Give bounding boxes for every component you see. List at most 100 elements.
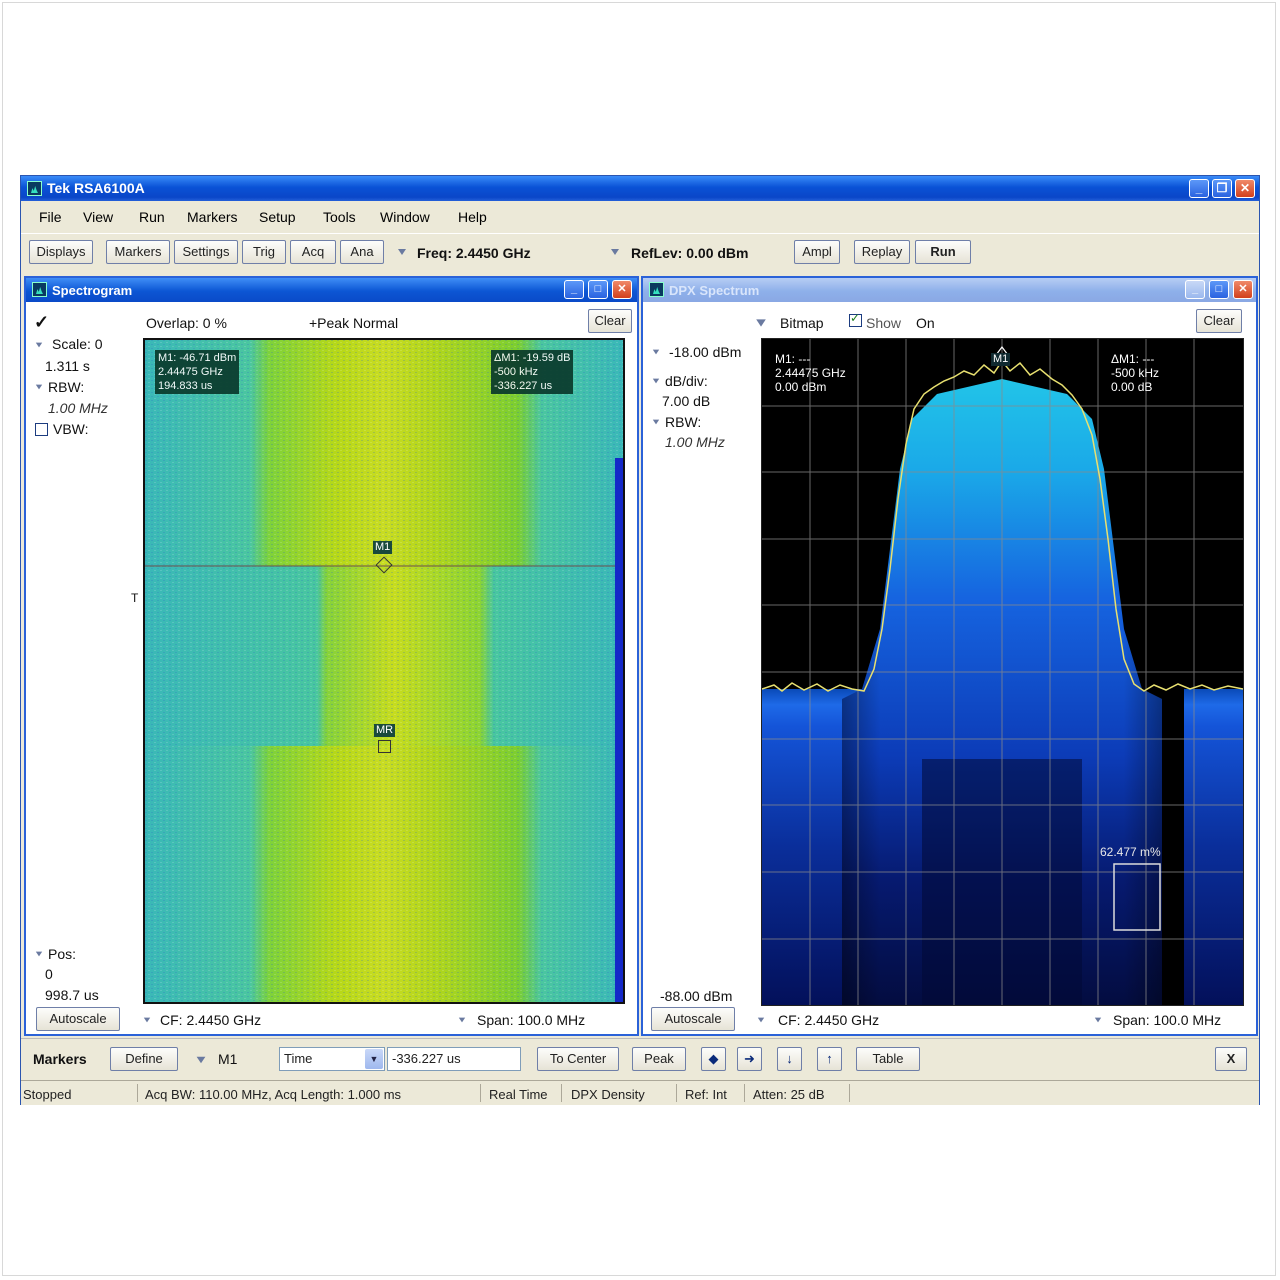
peak-button[interactable]: Peak: [632, 1047, 686, 1071]
dpx-autoscale-button[interactable]: Autoscale: [651, 1007, 735, 1031]
dpx-cf-dropdown-icon[interactable]: [757, 1017, 765, 1023]
menu-view[interactable]: View: [83, 209, 113, 225]
spectrogram-m1-readout: M1: -46.71 dBm 2.44475 GHz 194.833 us: [155, 350, 240, 394]
menu-window[interactable]: Window: [380, 209, 430, 225]
dpx-m1-tag[interactable]: M1: [991, 353, 1011, 366]
ana-button[interactable]: Ana: [340, 240, 384, 264]
markers-close-button[interactable]: X: [1215, 1047, 1247, 1071]
peak-down-icon[interactable]: ↓: [777, 1047, 802, 1071]
dpx-span[interactable]: Span: 100.0 MHz: [1113, 1012, 1221, 1028]
bitmap-label[interactable]: Bitmap: [780, 315, 824, 331]
ampl-button[interactable]: Ampl: [794, 240, 840, 264]
trace-mode-readout[interactable]: +Peak Normal: [309, 315, 398, 331]
to-center-button[interactable]: To Center: [537, 1047, 619, 1071]
dpx-clear-button[interactable]: Clear: [1196, 309, 1242, 333]
run-button[interactable]: Run: [915, 240, 971, 264]
menu-run[interactable]: Run: [139, 209, 165, 225]
trig-button[interactable]: Trig: [242, 240, 286, 264]
menu-markers[interactable]: Markers: [187, 209, 238, 225]
freq-dropdown-icon[interactable]: [398, 249, 406, 255]
dpx-rbw-value[interactable]: 1.00 MHz: [665, 434, 725, 450]
spectrogram-m1-tag[interactable]: M1: [373, 541, 393, 554]
spectrogram-check-icon[interactable]: ✓: [34, 312, 49, 333]
spectrogram-span[interactable]: Span: 100.0 MHz: [477, 1012, 585, 1028]
mode-dropdown-icon[interactable]: ▼: [365, 1049, 383, 1069]
mode-select[interactable]: Time ▼: [279, 1047, 385, 1071]
restore-icon[interactable]: ❐: [1212, 179, 1232, 198]
peak-left-icon[interactable]: ◆: [701, 1047, 726, 1071]
mr-square-icon[interactable]: [378, 740, 391, 753]
minimize-icon[interactable]: _: [1189, 179, 1209, 198]
pos-label[interactable]: Pos:: [48, 946, 76, 962]
spectrogram-plot[interactable]: M1: -46.71 dBm 2.44475 GHz 194.833 us ΔM…: [143, 338, 625, 1004]
dpx-m1-readout: M1: --- 2.44475 GHz 0.00 dBm: [775, 352, 846, 394]
dpx-canvas: [762, 339, 1243, 1005]
spectrogram-maximize-icon[interactable]: □: [588, 280, 608, 299]
markers-button[interactable]: Markers: [106, 240, 170, 264]
spectrogram-close-icon[interactable]: ✕: [612, 280, 632, 299]
marker-value-input[interactable]: -336.227 us: [387, 1047, 521, 1071]
trigger-marker: T: [131, 591, 139, 605]
status-atten: Atten: 25 dB: [753, 1087, 825, 1102]
spectrogram-clear-button[interactable]: Clear: [588, 309, 632, 333]
settings-button[interactable]: Settings: [174, 240, 238, 264]
pos-time[interactable]: 998.7 us: [45, 987, 99, 1003]
rbw-dropdown-icon[interactable]: [35, 384, 43, 390]
title-bar[interactable]: Tek RSA6100A _ ❐ ✕: [21, 176, 1259, 201]
dbdiv-label[interactable]: dB/div:: [665, 373, 708, 389]
menu-help[interactable]: Help: [458, 209, 487, 225]
peak-right-icon[interactable]: ➜: [737, 1047, 762, 1071]
spectrogram-mr-tag[interactable]: MR: [374, 724, 396, 737]
pos-dropdown-icon[interactable]: [35, 951, 43, 957]
menu-tools[interactable]: Tools: [323, 209, 356, 225]
scale-dropdown-icon[interactable]: [35, 342, 43, 348]
bitmap-dropdown-icon[interactable]: [756, 319, 766, 327]
define-button[interactable]: Define: [110, 1047, 178, 1071]
on-label[interactable]: On: [916, 315, 935, 331]
replay-button[interactable]: Replay: [854, 240, 910, 264]
close-icon[interactable]: ✕: [1235, 179, 1255, 198]
dbdiv-dropdown-icon[interactable]: [652, 378, 660, 384]
scale-label[interactable]: Scale: 0: [52, 336, 103, 352]
dpx-rbw-label[interactable]: RBW:: [665, 414, 701, 430]
dpx-close-icon[interactable]: ✕: [1233, 280, 1253, 299]
table-button[interactable]: Table: [856, 1047, 920, 1071]
dpx-plot[interactable]: M1: --- 2.44475 GHz 0.00 dBm ΔM1: --- -5…: [761, 338, 1244, 1006]
pos-value[interactable]: 0: [45, 966, 53, 982]
reflev-dropdown-icon[interactable]: [611, 249, 619, 255]
dbdiv-value[interactable]: 7.00 dB: [662, 393, 710, 409]
status-divider: [744, 1084, 745, 1102]
spectrogram-span-dropdown-icon[interactable]: [458, 1017, 466, 1023]
spectrogram-cf-dropdown-icon[interactable]: [143, 1017, 151, 1023]
dpx-ref-level[interactable]: -18.00 dBm: [669, 344, 741, 360]
dpx-maximize-icon[interactable]: □: [1209, 280, 1229, 299]
reflev-readout[interactable]: RefLev: 0.00 dBm: [631, 245, 748, 261]
spectrogram-cf[interactable]: CF: 2.4450 GHz: [160, 1012, 261, 1028]
vbw-checkbox[interactable]: [35, 423, 48, 436]
dpx-titlebar[interactable]: DPX Spectrum _ □ ✕: [643, 278, 1256, 302]
reflevel-dropdown-icon[interactable]: [652, 349, 660, 355]
menu-file[interactable]: File: [39, 209, 62, 225]
acq-button[interactable]: Acq: [290, 240, 336, 264]
scale-value[interactable]: 1.311 s: [45, 358, 90, 374]
peak-up-icon[interactable]: ↑: [817, 1047, 842, 1071]
dpx-minimize-icon[interactable]: _: [1185, 280, 1205, 299]
marker-select-dropdown-icon[interactable]: [196, 1056, 206, 1064]
menu-setup[interactable]: Setup: [259, 209, 296, 225]
displays-button[interactable]: Displays: [29, 240, 93, 264]
spectrogram-autoscale-button[interactable]: Autoscale: [36, 1007, 120, 1031]
status-divider: [137, 1084, 138, 1102]
show-label: Show: [866, 315, 902, 331]
mode-select-value: Time: [284, 1051, 313, 1066]
markers-title: Markers: [33, 1051, 87, 1067]
marker-select[interactable]: M1: [218, 1051, 237, 1067]
rbw-label[interactable]: RBW:: [48, 379, 84, 395]
dpx-cf[interactable]: CF: 2.4450 GHz: [778, 1012, 879, 1028]
dpx-span-dropdown-icon[interactable]: [1094, 1017, 1102, 1023]
spectrogram-delta-readout: ΔM1: -19.59 dB -500 kHz -336.227 us: [491, 350, 574, 394]
freq-readout[interactable]: Freq: 2.4450 GHz: [417, 245, 531, 261]
spectrogram-titlebar[interactable]: Spectrogram _ □ ✕: [26, 278, 637, 302]
spectrogram-minimize-icon[interactable]: _: [564, 280, 584, 299]
dpx-rbw-dropdown-icon[interactable]: [652, 419, 660, 425]
rbw-value[interactable]: 1.00 MHz: [48, 400, 108, 416]
